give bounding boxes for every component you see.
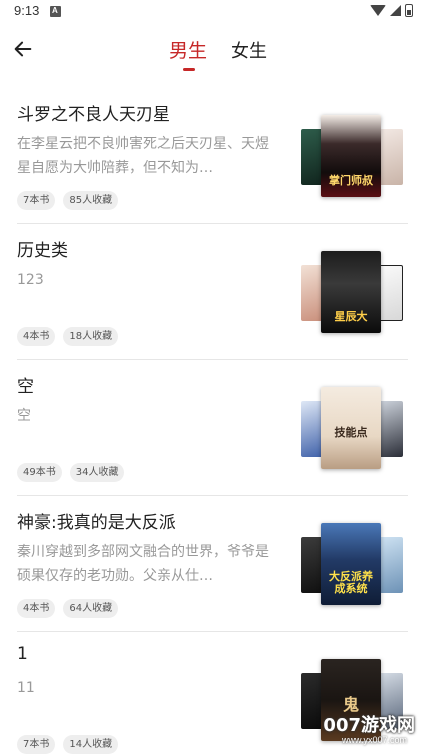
status-time: 9:13: [14, 3, 40, 18]
book-cover: 掌门师叔: [321, 115, 381, 197]
collect-count-badge: 34人收藏: [69, 463, 125, 482]
cover-title: 星辰大: [334, 310, 368, 323]
watermark-text: 007游戏网: [323, 715, 415, 736]
signal-icon: [390, 5, 401, 16]
book-count-badge: 4本书: [17, 327, 56, 346]
item-badges: 4本书 18人收藏: [17, 327, 119, 346]
cover-title: 掌门师叔: [329, 174, 373, 187]
item-title: 斗罗之不良人天刃星: [17, 105, 170, 125]
book-count-badge: 7本书: [17, 191, 56, 210]
book-count-badge: 4本书: [17, 599, 56, 618]
item-description: 123: [17, 272, 44, 288]
collect-count-badge: 18人收藏: [63, 327, 119, 346]
tab-male[interactable]: 男生: [169, 36, 207, 63]
cover-stack: 大反派养成系统: [297, 523, 405, 605]
book-count-badge: 7本书: [17, 735, 56, 754]
list-item[interactable]: 斗罗之不良人天刃星 在李星云把不良帅害死之后天刃星、天煜星自愿为大帅陪葬，但不知…: [0, 88, 425, 224]
watermark-url: www.yx007.com: [341, 735, 407, 745]
item-badges: 7本书 14人收藏: [17, 735, 119, 754]
item-title: 空: [17, 377, 34, 397]
back-arrow-icon[interactable]: [12, 38, 34, 60]
item-description: 秦川穿越到多部网文融合的世界，爷爷是硕果仅存的老功勋。父亲从仕…: [17, 544, 269, 584]
book-cover: 大反派养成系统: [321, 523, 381, 605]
item-title: 神豪:我真的是大反派: [17, 513, 176, 533]
notification-icon: A: [50, 6, 61, 17]
item-description: 空: [17, 408, 31, 424]
cover-stack: 掌门师叔: [297, 115, 405, 197]
booklist-list: 斗罗之不良人天刃星 在李星云把不良帅害死之后天刃星、天煜星自愿为大帅陪葬，但不知…: [0, 88, 425, 755]
status-icons: [370, 4, 413, 17]
item-description: 在李星云把不良帅害死之后天刃星、天煜星自愿为大帅陪葬，但不知为…: [17, 136, 269, 176]
book-cover: 星辰大: [321, 251, 381, 333]
item-badges: 49本书 34人收藏: [17, 463, 125, 482]
collect-count-badge: 85人收藏: [63, 191, 119, 210]
collect-count-badge: 64人收藏: [63, 599, 119, 618]
wifi-icon: [370, 5, 386, 16]
cover-title: 大反派养成系统: [329, 570, 373, 595]
list-item[interactable]: 历史类 123 4本书 18人收藏 星辰大: [0, 224, 425, 360]
cover-stack: 星辰大: [297, 251, 405, 333]
item-badges: 4本书 64人收藏: [17, 599, 119, 618]
item-title: 历史类: [17, 241, 68, 261]
list-item[interactable]: 神豪:我真的是大反派 秦川穿越到多部网文融合的世界，爷爷是硕果仅存的老功勋。父亲…: [0, 496, 425, 632]
book-count-badge: 49本书: [17, 463, 62, 482]
cover-title: 鬼: [342, 695, 359, 714]
tab-indicator: [183, 68, 195, 71]
book-cover: 技能点: [321, 387, 381, 469]
item-title: 1: [17, 644, 28, 664]
header: 男生 女生: [0, 28, 425, 74]
cover-stack: 技能点: [297, 387, 405, 469]
item-description: 11: [17, 680, 35, 696]
watermark: 007游戏网 www.yx007.com: [301, 711, 419, 749]
cover-title: 技能点: [334, 426, 368, 439]
collect-count-badge: 14人收藏: [63, 735, 119, 754]
item-badges: 7本书 85人收藏: [17, 191, 119, 210]
tab-female[interactable]: 女生: [231, 37, 267, 63]
list-item[interactable]: 空 空 49本书 34人收藏 技能点: [0, 360, 425, 496]
battery-icon: [405, 4, 413, 17]
status-bar: 9:13 A: [0, 0, 425, 24]
